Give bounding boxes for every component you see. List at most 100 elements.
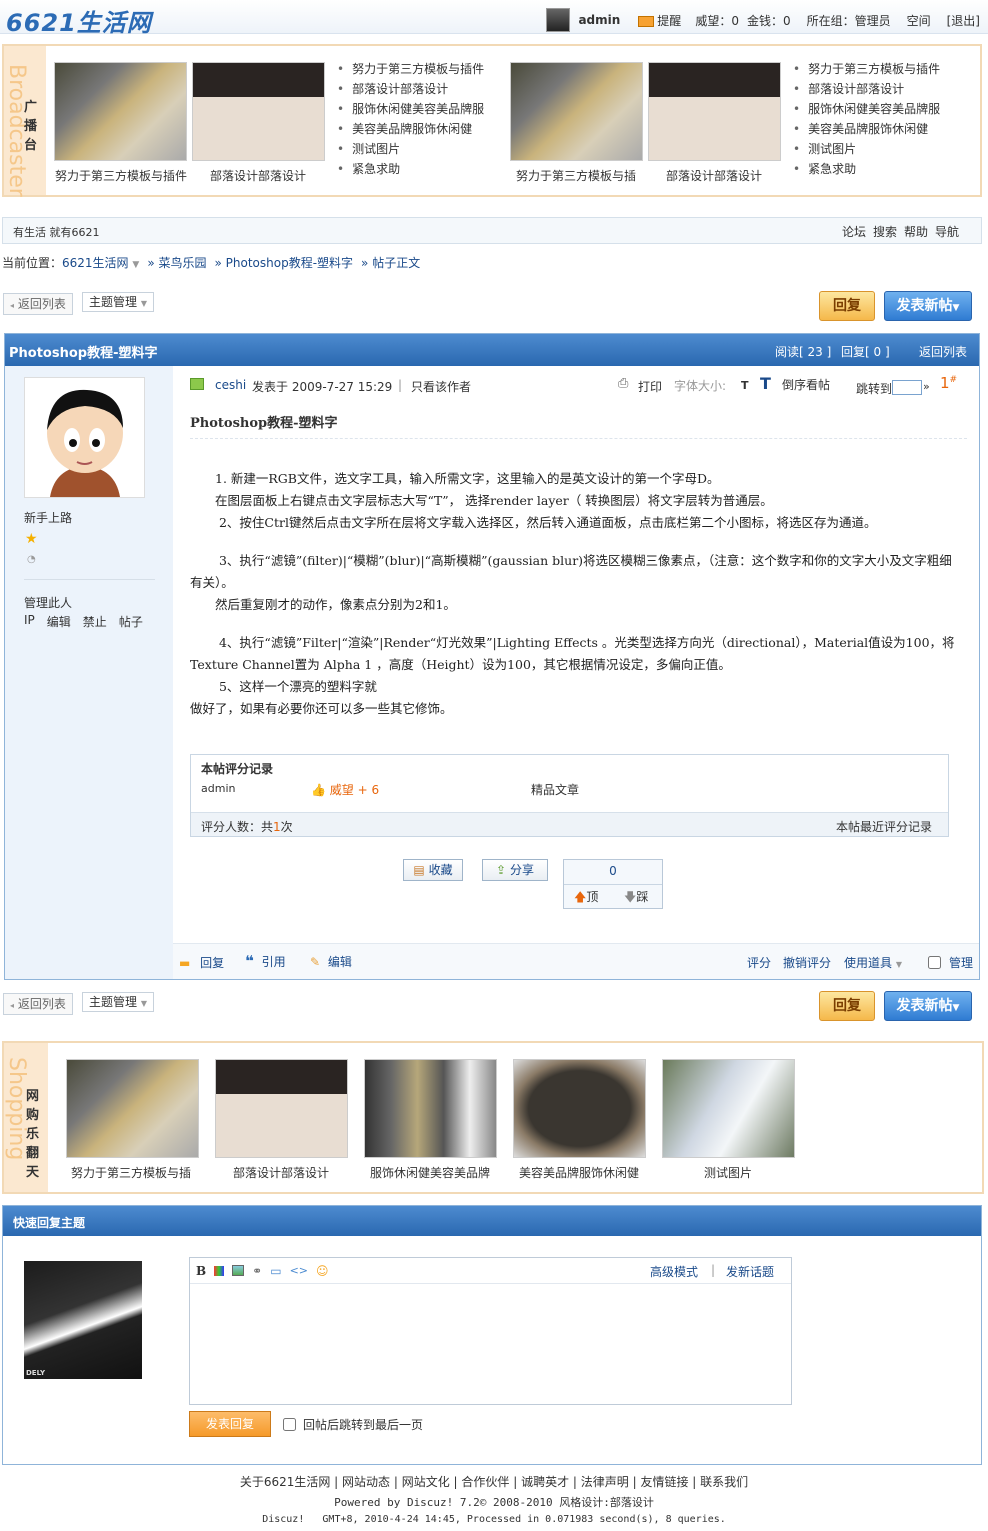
list-item[interactable]: 紧急求助 (337, 159, 484, 179)
manage-link[interactable]: 管理 (949, 954, 973, 971)
bold-icon[interactable]: B (196, 1264, 206, 1278)
search-link[interactable]: 搜索 (873, 223, 897, 240)
new-post-button-bottom[interactable]: 发表新帖▼ (884, 991, 972, 1021)
footer-link[interactable]: 诚聘英才 (521, 1475, 569, 1489)
quote-icon[interactable]: ▭ (270, 1264, 281, 1278)
rating-user[interactable]: admin (201, 782, 235, 795)
footer-link[interactable]: 网站文化 (402, 1475, 450, 1489)
help-link[interactable]: 帮助 (904, 223, 928, 240)
thread-manage-button[interactable]: 主题管理 ▼ (82, 292, 154, 312)
share-button[interactable]: ⇪ 分享 (482, 859, 548, 881)
edit-button[interactable]: ✎ 编辑 (310, 953, 352, 970)
footer-link[interactable]: 关于6621生活网 (240, 1475, 331, 1489)
back-to-list-button[interactable]: ◂ 返回列表 (3, 293, 73, 315)
space-link[interactable]: 空间 (907, 12, 931, 29)
back-to-list-button-bottom[interactable]: ◂ 返回列表 (3, 993, 73, 1015)
list-item[interactable]: 部落设计部落设计 (337, 79, 484, 99)
remind-link[interactable]: 提醒 (638, 12, 681, 29)
footer-link[interactable]: 合作伙伴 (461, 1475, 509, 1489)
footer-link[interactable]: 联系我们 (700, 1475, 748, 1489)
broadcaster-caption-3[interactable]: 努力于第三方模板与插 (516, 167, 636, 184)
submit-reply-button[interactable]: 发表回复 (189, 1411, 271, 1437)
breadcrumb-forum[interactable]: » 菜鸟乐园 (147, 254, 206, 271)
font-small-button[interactable]: T (741, 379, 749, 392)
vote-up-button[interactable]: 🡅顶 (574, 888, 598, 909)
only-author-link[interactable]: 只看该作者 (411, 378, 471, 395)
reply-button[interactable]: 回复 (819, 291, 875, 321)
header-back-link[interactable]: 返回列表 (919, 343, 967, 360)
reverse-order-link[interactable]: 倒序看帖 (782, 376, 830, 393)
broadcaster-caption-1[interactable]: 努力于第三方模板与插件 (55, 167, 187, 184)
print-link[interactable]: 打印 (638, 378, 662, 395)
broadcaster-caption-4[interactable]: 部落设计部落设计 (666, 167, 762, 184)
favorite-button[interactable]: ▤ 收藏 (403, 859, 463, 881)
author-link[interactable]: ceshi (215, 378, 246, 392)
reply-textarea[interactable] (190, 1284, 791, 1404)
goto-last-checkbox[interactable] (283, 1418, 296, 1431)
quick-reply-avatar[interactable]: DELY (24, 1261, 142, 1379)
list-item[interactable]: 美容美品牌服饰休闲健 (793, 119, 940, 139)
list-item[interactable]: 测试图片 (793, 139, 940, 159)
color-icon[interactable] (214, 1265, 225, 1276)
list-item[interactable]: 努力于第三方模板与插件 (337, 59, 484, 79)
shop-caption-3[interactable]: 服饰休闲健美容美品牌 (370, 1164, 490, 1181)
list-item[interactable]: 服饰休闲健美容美品牌服 (793, 99, 940, 119)
manage-checkbox[interactable] (928, 956, 941, 969)
broadcaster-thumb-3[interactable] (510, 62, 643, 161)
vote-down-button[interactable]: 🡇踩 (624, 888, 648, 909)
broadcaster-thumb-2[interactable] (192, 62, 325, 161)
user-posts-link[interactable]: 帖子 (119, 613, 143, 630)
shop-caption-4[interactable]: 美容美品牌服饰休闲健 (519, 1164, 639, 1181)
forum-link[interactable]: 论坛 (842, 223, 866, 240)
quote-button[interactable]: ❝ 引用 (245, 952, 286, 970)
shop-thumb-4[interactable] (513, 1059, 646, 1158)
shop-thumb-1[interactable] (66, 1059, 199, 1158)
footer-link[interactable]: 友情链接 (640, 1475, 688, 1489)
footer-link[interactable]: 网站动态 (342, 1475, 390, 1489)
ban-user-link[interactable]: 禁止 (83, 613, 107, 630)
footer-link[interactable]: 法律声明 (581, 1475, 629, 1489)
user-avatar[interactable] (546, 8, 571, 32)
list-item[interactable]: 部落设计部落设计 (793, 79, 940, 99)
code-icon[interactable]: <> (290, 1264, 308, 1277)
breadcrumb-thread[interactable]: » Photoshop教程-塑料字 (214, 254, 353, 271)
shop-caption-5[interactable]: 测试图片 (704, 1164, 752, 1181)
recent-ratings-link[interactable]: 本帖最近评分记录 (836, 818, 932, 835)
shop-caption-1[interactable]: 努力于第三方模板与插 (71, 1164, 191, 1181)
rate-link[interactable]: 评分 (747, 954, 771, 971)
edit-user-link[interactable]: 编辑 (47, 613, 71, 630)
jump-go-button[interactable]: » (923, 380, 930, 393)
jump-floor-input[interactable] (892, 380, 922, 395)
image-icon[interactable] (232, 1265, 245, 1276)
new-post-button[interactable]: 发表新帖▼ (884, 291, 972, 321)
new-topic-link[interactable]: 发新话题 (726, 1263, 774, 1280)
username-link[interactable]: admin (578, 13, 620, 27)
broadcaster-thumb-4[interactable] (648, 62, 781, 161)
reply-button-bottom[interactable]: 回复 (819, 991, 875, 1021)
logout-link[interactable]: [退出] (947, 12, 980, 29)
nav-link[interactable]: 导航 (935, 223, 959, 240)
list-item[interactable]: 美容美品牌服饰休闲健 (337, 119, 484, 139)
tools-dropdown[interactable]: 使用道具 ▼ (844, 954, 902, 971)
broadcaster-thumb-1[interactable] (54, 62, 187, 161)
footer-reply-button[interactable]: ▬ 回复 (179, 954, 224, 971)
font-large-button[interactable]: T (760, 374, 771, 393)
ip-link[interactable]: IP (24, 613, 35, 630)
list-item[interactable]: 紧急求助 (793, 159, 940, 179)
thread-manage-button-bottom[interactable]: 主题管理 ▼ (82, 992, 154, 1012)
list-item[interactable]: 服饰休闲健美容美品牌服 (337, 99, 484, 119)
shop-thumb-2[interactable] (215, 1059, 348, 1158)
smiley-icon[interactable]: ☺ (316, 1264, 329, 1278)
author-avatar[interactable] (24, 377, 145, 498)
link-icon[interactable]: ⚭ (252, 1264, 262, 1278)
site-logo[interactable]: 6621生活网 (6, 3, 152, 38)
shop-caption-2[interactable]: 部落设计部落设计 (233, 1164, 329, 1181)
advanced-mode-link[interactable]: 高级模式 (650, 1263, 698, 1280)
breadcrumb-home[interactable]: 6621生活网 ▼ (62, 254, 139, 271)
shop-thumb-3[interactable] (364, 1059, 497, 1158)
list-item[interactable]: 努力于第三方模板与插件 (793, 59, 940, 79)
broadcaster-caption-2[interactable]: 部落设计部落设计 (210, 167, 306, 184)
shop-thumb-5[interactable] (662, 1059, 795, 1158)
unrate-link[interactable]: 撤销评分 (783, 954, 831, 971)
list-item[interactable]: 测试图片 (337, 139, 484, 159)
